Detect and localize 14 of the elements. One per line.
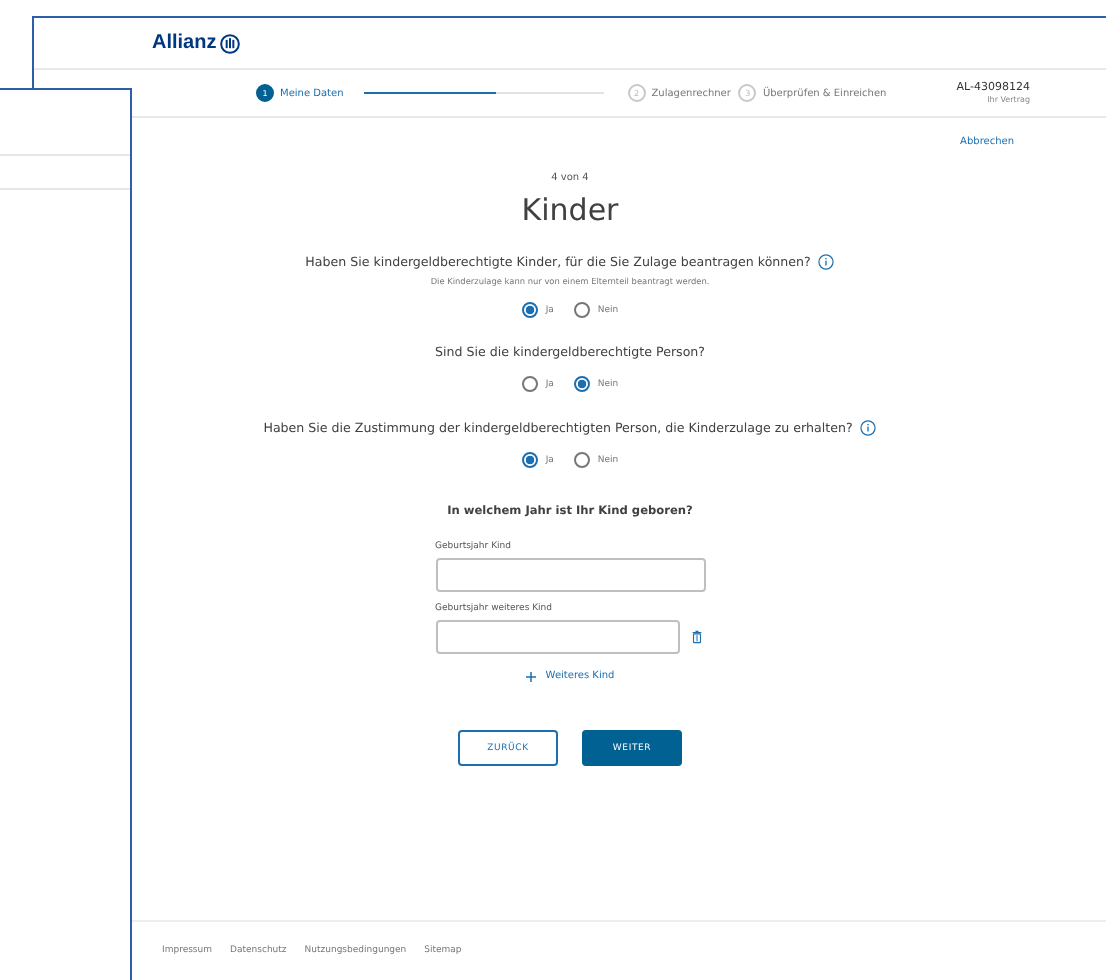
radio-button[interactable] — [521, 302, 538, 318]
plus-icon — [525, 671, 536, 681]
radio-button[interactable] — [573, 302, 590, 318]
year-input-field[interactable] — [435, 620, 679, 654]
radio-button[interactable] — [573, 376, 590, 392]
radio-button[interactable] — [573, 452, 590, 468]
radio-button[interactable] — [521, 376, 538, 392]
allianz-logo[interactable]: Allianz — [152, 32, 241, 54]
info-icon[interactable] — [860, 420, 877, 436]
info-icon[interactable] — [818, 254, 835, 270]
page-heading: Kinder — [521, 192, 619, 228]
radio-button[interactable] — [521, 452, 538, 468]
trash-icon[interactable] — [691, 630, 701, 644]
year-input-field[interactable] — [435, 558, 705, 592]
